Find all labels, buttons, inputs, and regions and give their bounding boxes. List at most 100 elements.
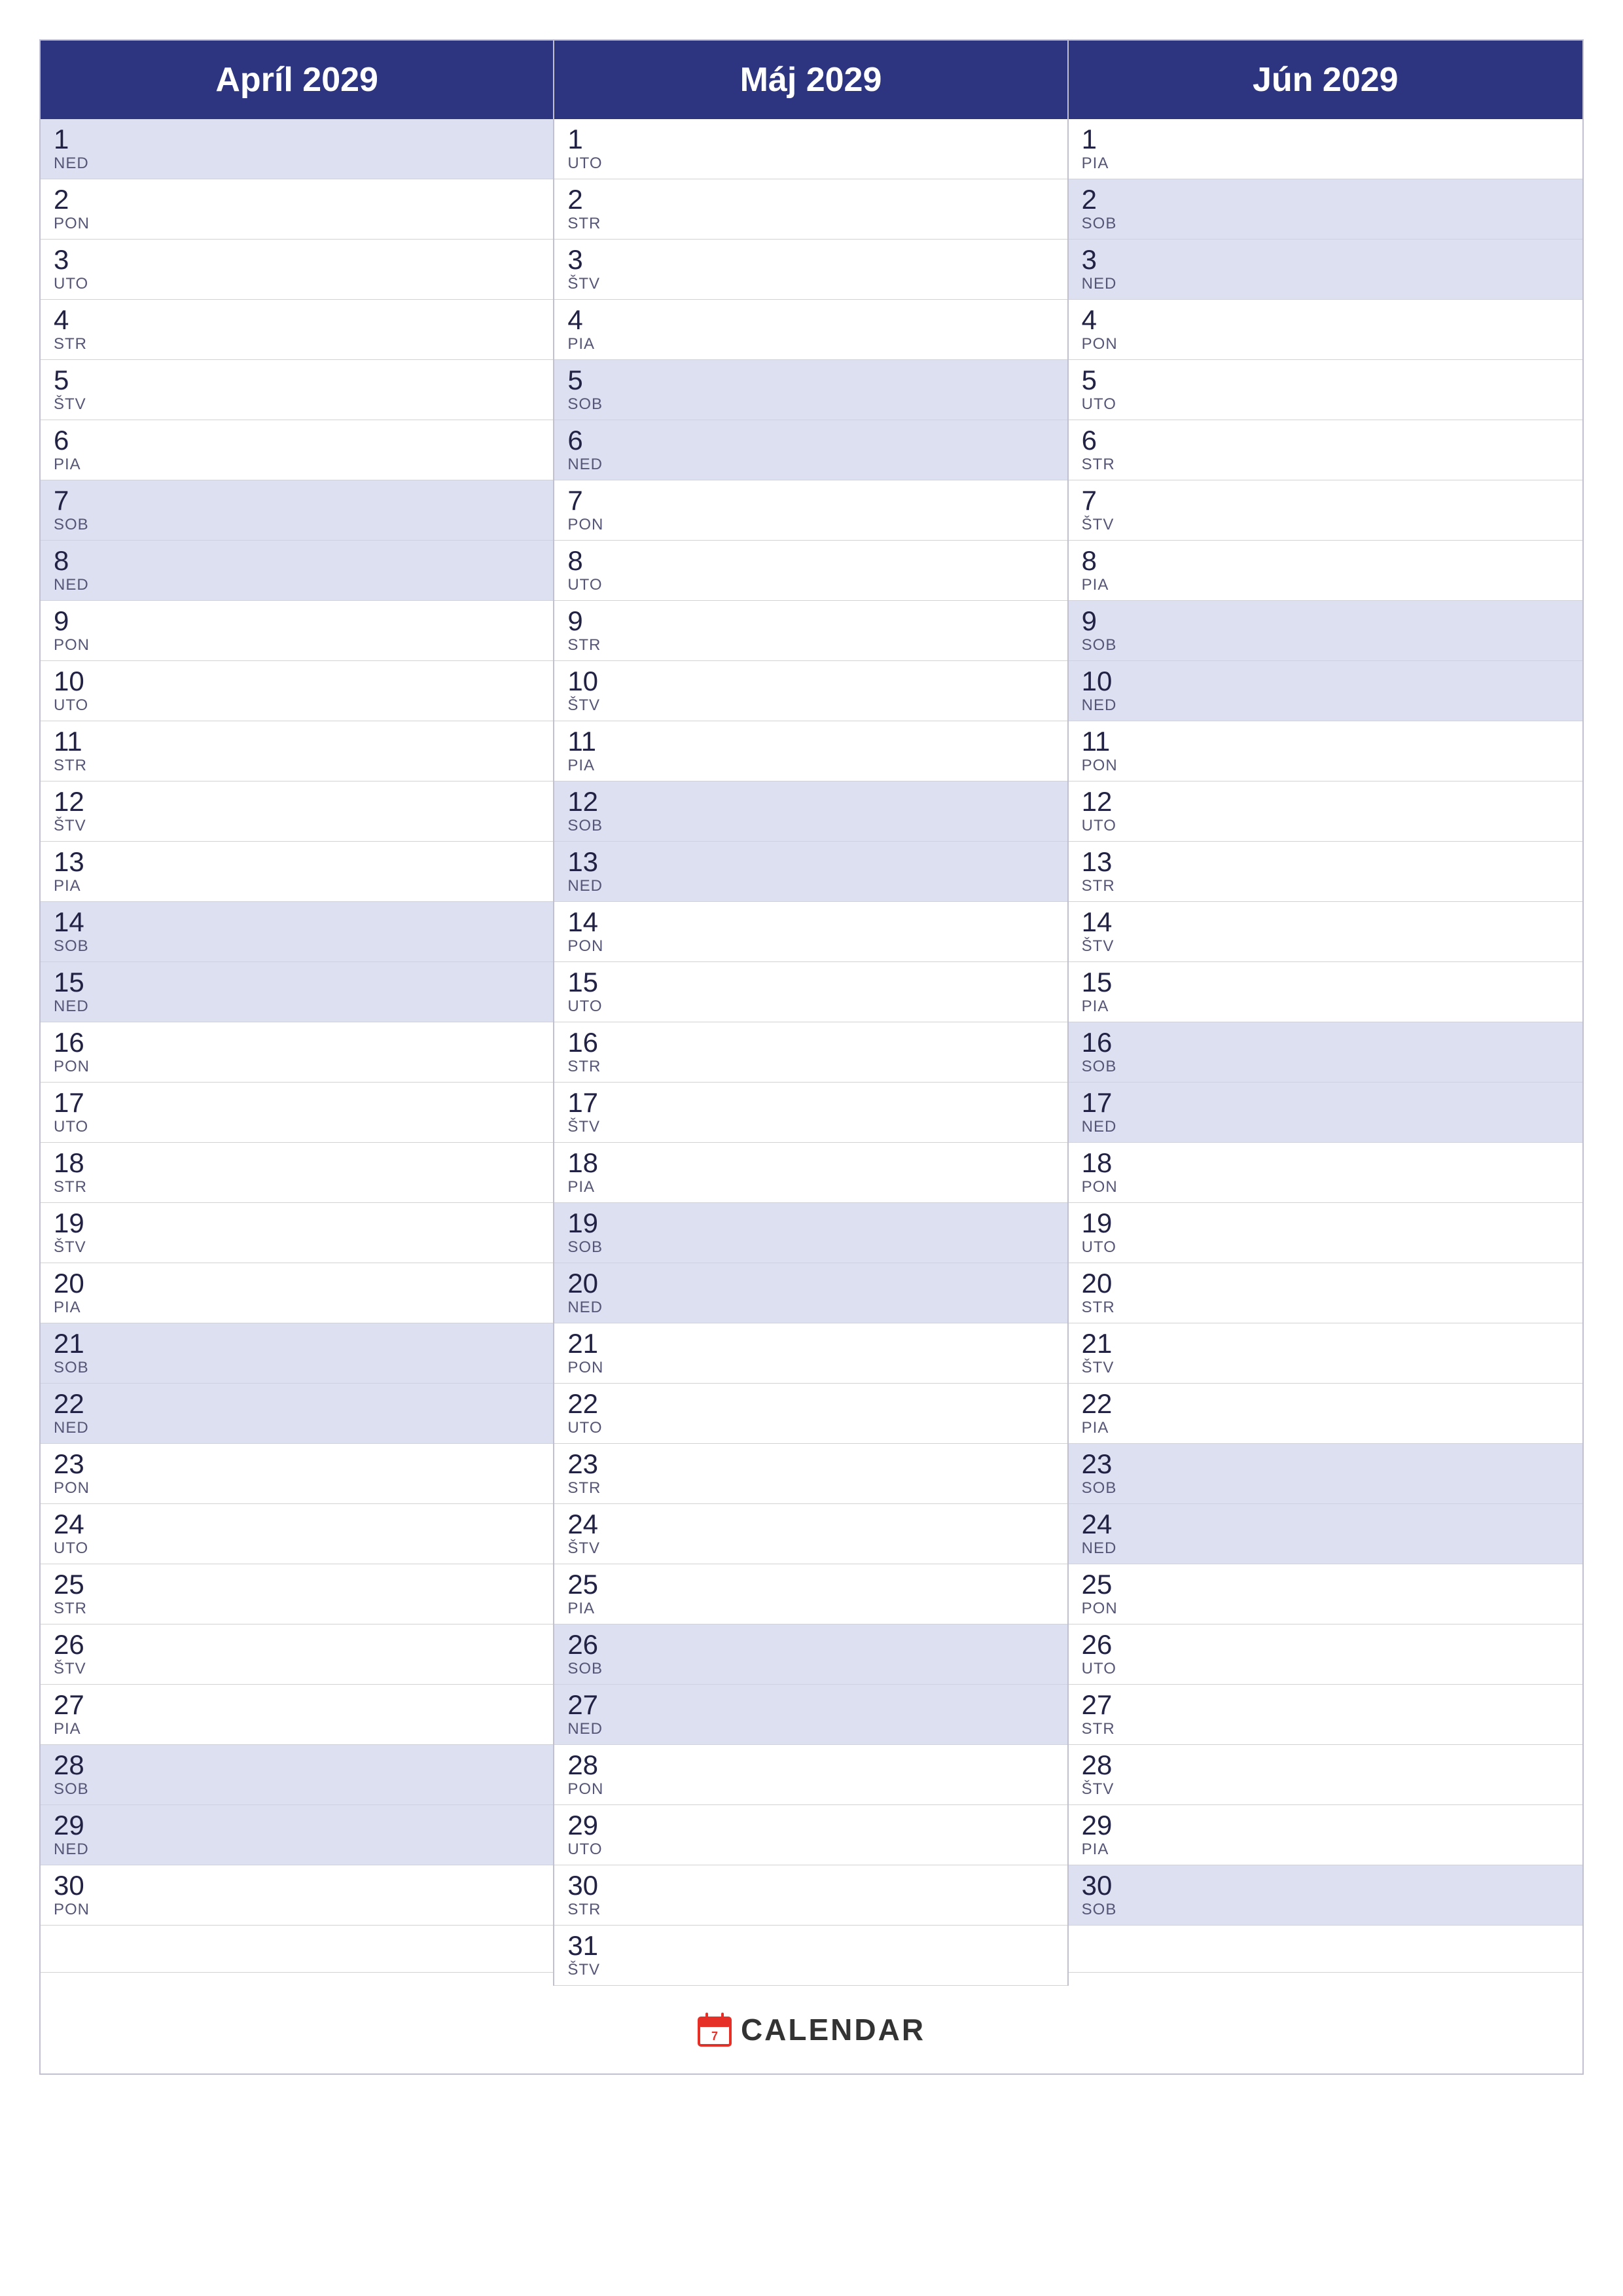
day-name: SOB: [1082, 215, 1569, 234]
day-number: 16: [54, 1028, 540, 1058]
day-name: PON: [567, 937, 1054, 956]
day-name: UTO: [567, 576, 1054, 595]
day-number: 28: [1082, 1750, 1569, 1780]
day-number: 13: [1082, 847, 1569, 877]
day-number: 6: [567, 425, 1054, 456]
day-name: STR: [567, 636, 1054, 655]
day-name: NED: [54, 576, 540, 595]
day-number: 19: [567, 1208, 1054, 1238]
day-cell: 21ŠTV: [1069, 1323, 1582, 1384]
day-cell: 4PIA: [554, 300, 1067, 360]
day-cell: 15NED: [41, 962, 553, 1022]
day-name: PIA: [567, 757, 1054, 776]
day-number: 6: [54, 425, 540, 456]
day-number: 2: [1082, 185, 1569, 215]
day-number: 25: [54, 1570, 540, 1600]
day-name: PIA: [54, 877, 540, 896]
day-name: ŠTV: [54, 817, 540, 836]
day-cell: 17ŠTV: [554, 1083, 1067, 1143]
day-cell: 22UTO: [554, 1384, 1067, 1444]
day-number: 7: [567, 486, 1054, 516]
day-name: SOB: [54, 1780, 540, 1799]
day-number: 19: [1082, 1208, 1569, 1238]
calendar-container: Apríl 2029Máj 2029Jún 2029 1NED2PON3UTO4…: [39, 39, 1584, 2075]
month-header-0: Apríl 2029: [41, 41, 554, 119]
day-number: 3: [1082, 245, 1569, 275]
day-number: 14: [54, 907, 540, 937]
footer-logo: 7 CALENDAR: [698, 2012, 925, 2047]
day-number: 28: [567, 1750, 1054, 1780]
day-number: 15: [1082, 967, 1569, 997]
month-header-2: Jún 2029: [1069, 41, 1582, 119]
month-days-2: 1PIA2SOB3NED4PON5UTO6STR7ŠTV8PIA9SOB10NE…: [1069, 119, 1582, 1986]
day-cell: 29NED: [41, 1805, 553, 1865]
day-cell: 12ŠTV: [41, 781, 553, 842]
day-name: NED: [567, 877, 1054, 896]
day-number: 25: [1082, 1570, 1569, 1600]
day-cell: 6NED: [554, 420, 1067, 480]
day-cell: 26UTO: [1069, 1624, 1582, 1685]
day-number: 7: [54, 486, 540, 516]
day-name: NED: [1082, 275, 1569, 294]
day-cell: 23SOB: [1069, 1444, 1582, 1504]
day-cell: 13STR: [1069, 842, 1582, 902]
day-name: STR: [54, 757, 540, 776]
day-name: NED: [1082, 1118, 1569, 1137]
day-cell: 19UTO: [1069, 1203, 1582, 1263]
day-name: PIA: [567, 1600, 1054, 1619]
day-name: UTO: [54, 1539, 540, 1558]
day-number: 25: [567, 1570, 1054, 1600]
day-name: ŠTV: [54, 395, 540, 414]
day-name: PON: [54, 1901, 540, 1920]
day-cell: 25PON: [1069, 1564, 1582, 1624]
day-number: 10: [567, 666, 1054, 696]
day-cell: 27NED: [554, 1685, 1067, 1745]
day-cell: 22NED: [41, 1384, 553, 1444]
day-number: 4: [567, 305, 1054, 335]
days-grid: 1NED2PON3UTO4STR5ŠTV6PIA7SOB8NED9PON10UT…: [41, 119, 1582, 1986]
day-cell: 24UTO: [41, 1504, 553, 1564]
day-cell: 27STR: [1069, 1685, 1582, 1745]
day-cell: 15UTO: [554, 962, 1067, 1022]
day-name: NED: [567, 456, 1054, 475]
day-number: 13: [567, 847, 1054, 877]
day-number: 21: [54, 1329, 540, 1359]
day-name: PON: [1082, 1600, 1569, 1619]
day-cell: 7PON: [554, 480, 1067, 541]
day-name: ŠTV: [54, 1238, 540, 1257]
day-name: STR: [1082, 456, 1569, 475]
day-cell: 22PIA: [1069, 1384, 1582, 1444]
day-name: UTO: [54, 275, 540, 294]
month-header-1: Máj 2029: [554, 41, 1068, 119]
day-cell: 10ŠTV: [554, 661, 1067, 721]
day-cell: 20NED: [554, 1263, 1067, 1323]
day-name: PIA: [1082, 154, 1569, 173]
day-name: ŠTV: [1082, 1359, 1569, 1378]
day-number: 17: [54, 1088, 540, 1118]
day-number: 26: [1082, 1630, 1569, 1660]
day-number: 18: [54, 1148, 540, 1178]
day-name: PON: [1082, 757, 1569, 776]
day-name: SOB: [567, 395, 1054, 414]
day-number: 19: [54, 1208, 540, 1238]
day-cell: 1NED: [41, 119, 553, 179]
day-number: 10: [54, 666, 540, 696]
day-number: 15: [54, 967, 540, 997]
day-name: ŠTV: [1082, 516, 1569, 535]
day-cell: 12UTO: [1069, 781, 1582, 842]
day-number: 30: [54, 1871, 540, 1901]
day-name: STR: [54, 1600, 540, 1619]
months-header-row: Apríl 2029Máj 2029Jún 2029: [41, 41, 1582, 119]
day-name: PIA: [54, 456, 540, 475]
day-name: PIA: [567, 1178, 1054, 1197]
day-number: 23: [1082, 1449, 1569, 1479]
day-cell: 15PIA: [1069, 962, 1582, 1022]
day-cell: 2STR: [554, 179, 1067, 240]
day-cell: 8UTO: [554, 541, 1067, 601]
day-name: UTO: [567, 997, 1054, 1016]
day-cell: 3UTO: [41, 240, 553, 300]
day-number: 15: [567, 967, 1054, 997]
day-cell: 31ŠTV: [554, 1926, 1067, 1986]
day-number: 11: [567, 726, 1054, 757]
day-name: PON: [54, 215, 540, 234]
